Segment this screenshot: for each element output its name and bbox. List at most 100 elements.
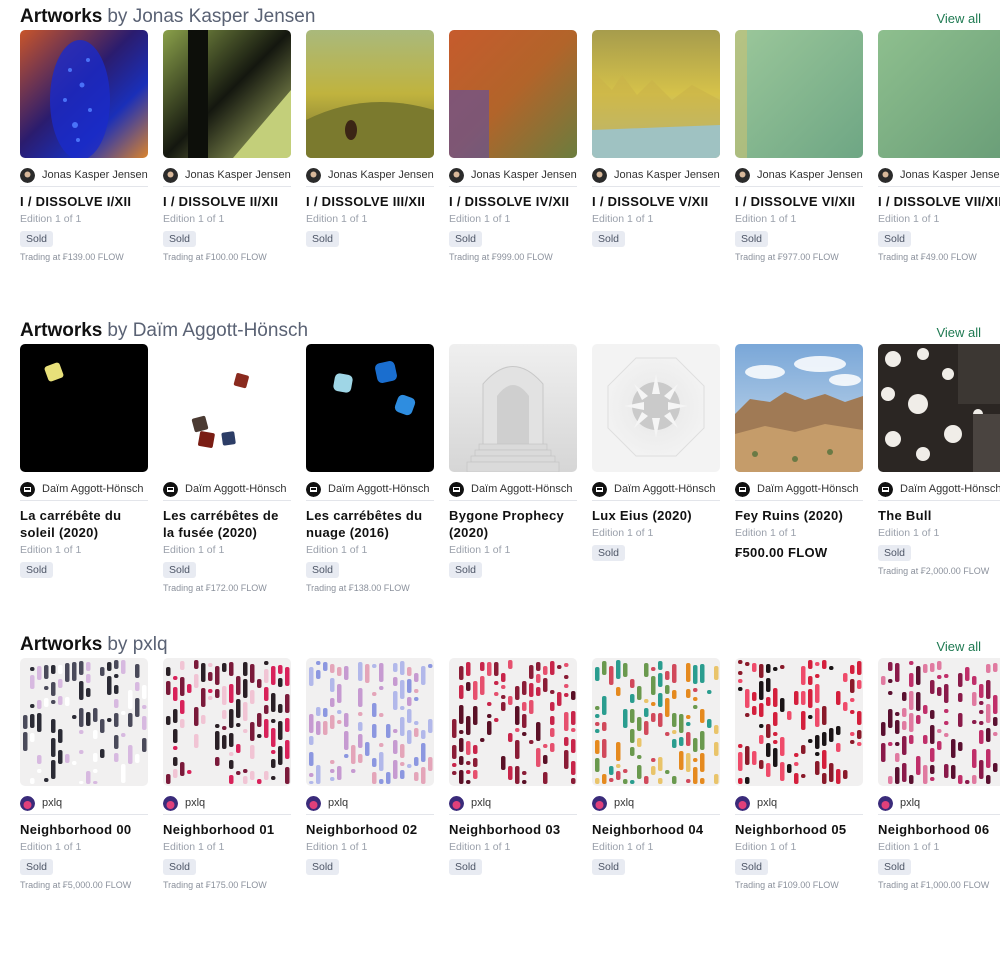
creator-row[interactable]: Daïm Aggott-Hönsch (449, 478, 577, 501)
artwork-title: Lux Eius (2020) (592, 508, 692, 523)
artwork-title: Neighborhood 01 (163, 822, 275, 837)
sold-badge: Sold (163, 859, 197, 875)
creator-row[interactable]: Jonas Kasper Jensen (449, 164, 577, 187)
artwork-card[interactable]: pxlq Neighborhood 02 Edition 1 of 1 Sold (306, 658, 434, 875)
creator-row[interactable]: Jonas Kasper Jensen (163, 164, 291, 187)
artwork-image[interactable] (163, 344, 291, 472)
view-all-link[interactable]: View all (936, 11, 981, 26)
creator-name: pxlq (757, 797, 778, 809)
artwork-card[interactable]: Jonas Kasper Jensen I / DISSOLVE IV/XII … (449, 30, 577, 262)
artwork-card[interactable]: pxlq Neighborhood 06 Edition 1 of 1 Sold… (878, 658, 1000, 890)
creator-name: Jonas Kasper Jensen (900, 169, 1000, 181)
creator-name: pxlq (42, 797, 63, 809)
artwork-image[interactable] (735, 344, 863, 472)
creator-row[interactable]: pxlq (449, 792, 577, 815)
artwork-title: Neighborhood 05 (735, 822, 847, 837)
artwork-image[interactable] (306, 344, 434, 472)
artwork-image[interactable] (449, 658, 577, 786)
artwork-card[interactable]: Daïm Aggott-Hönsch Les carrébêtes du nua… (306, 344, 434, 593)
artwork-image[interactable] (163, 30, 291, 158)
creator-row[interactable]: pxlq (592, 792, 720, 815)
creator-row[interactable]: pxlq (306, 792, 434, 815)
artwork-title: I / DISSOLVE III/XII (306, 194, 426, 209)
trading-price: Trading at ₣1,000.00 FLOW (878, 880, 990, 890)
creator-name: Daïm Aggott-Hönsch (185, 483, 287, 495)
creator-name: Daïm Aggott-Hönsch (900, 483, 1000, 495)
view-all-link[interactable]: View all (936, 325, 981, 340)
creator-name: Jonas Kasper Jensen (757, 169, 863, 181)
artwork-image[interactable] (449, 344, 577, 472)
artwork-title: Les carrébêtes du nuage (2016) (306, 508, 423, 540)
creator-row[interactable]: Jonas Kasper Jensen (878, 164, 1000, 187)
section-artist: by Daïm Aggott-Hönsch (107, 320, 309, 341)
artwork-image[interactable] (20, 658, 148, 786)
artwork-image[interactable] (449, 30, 577, 158)
artwork-card[interactable]: pxlq Neighborhood 01 Edition 1 of 1 Sold… (163, 658, 291, 890)
artwork-card[interactable]: Daïm Aggott-Hönsch Lux Eius (2020) Editi… (592, 344, 720, 561)
artwork-image[interactable] (878, 658, 1000, 786)
artwork-title: I / DISSOLVE VI/XII (735, 194, 856, 209)
creator-row[interactable]: Jonas Kasper Jensen (306, 164, 434, 187)
artwork-card[interactable]: Daïm Aggott-Hönsch Bygone Prophecy (2020… (449, 344, 577, 578)
artwork-image[interactable] (20, 30, 148, 158)
artwork-card[interactable]: Daïm Aggott-Hönsch La carrébête du solei… (20, 344, 148, 578)
creator-row[interactable]: pxlq (163, 792, 291, 815)
creator-row[interactable]: Jonas Kasper Jensen (735, 164, 863, 187)
creator-avatar (163, 795, 178, 811)
list-price: ₣500.00 FLOW (735, 545, 828, 560)
creator-avatar (592, 795, 607, 811)
artwork-card[interactable]: pxlq Neighborhood 03 Edition 1 of 1 Sold (449, 658, 577, 875)
edition-info: Edition 1 of 1 (592, 841, 654, 853)
artwork-card[interactable]: Daïm Aggott-Hönsch Les carrébêtes de la … (163, 344, 291, 593)
artwork-image[interactable] (592, 30, 720, 158)
artwork-image[interactable] (878, 344, 1000, 472)
creator-row[interactable]: Jonas Kasper Jensen (592, 164, 720, 187)
sold-badge: Sold (20, 859, 54, 875)
artwork-card[interactable]: pxlq Neighborhood 00 Edition 1 of 1 Sold… (20, 658, 148, 890)
edition-info: Edition 1 of 1 (20, 544, 82, 556)
creator-row[interactable]: Jonas Kasper Jensen (20, 164, 148, 187)
section-artist: by Jonas Kasper Jensen (107, 6, 316, 27)
creator-row[interactable]: pxlq (20, 792, 148, 815)
creator-row[interactable]: Daïm Aggott-Hönsch (878, 478, 1000, 501)
artwork-card[interactable]: Jonas Kasper Jensen I / DISSOLVE V/XII E… (592, 30, 720, 247)
creator-row[interactable]: pxlq (878, 792, 1000, 815)
creator-row[interactable]: pxlq (735, 792, 863, 815)
creator-row[interactable]: Daïm Aggott-Hönsch (163, 478, 291, 501)
creator-row[interactable]: Daïm Aggott-Hönsch (735, 478, 863, 501)
artwork-image[interactable] (592, 344, 720, 472)
artwork-card[interactable]: Daïm Aggott-Hönsch The Bull Edition 1 of… (878, 344, 1000, 576)
edition-info: Edition 1 of 1 (20, 213, 82, 225)
trading-price: Trading at ₣100.00 FLOW (163, 252, 267, 262)
sold-badge: Sold (449, 231, 483, 247)
artwork-image[interactable] (878, 30, 1000, 158)
artwork-card[interactable]: Jonas Kasper Jensen I / DISSOLVE II/XII … (163, 30, 291, 262)
sold-badge: Sold (735, 231, 769, 247)
artwork-image[interactable] (592, 658, 720, 786)
artwork-image[interactable] (735, 30, 863, 158)
artwork-card[interactable]: Jonas Kasper Jensen I / DISSOLVE III/XII… (306, 30, 434, 247)
creator-avatar (20, 167, 35, 183)
artwork-row: pxlq Neighborhood 00 Edition 1 of 1 Sold… (20, 658, 1000, 958)
artwork-image[interactable] (163, 658, 291, 786)
creator-name: Jonas Kasper Jensen (42, 169, 148, 181)
creator-name: Jonas Kasper Jensen (328, 169, 434, 181)
creator-avatar (449, 167, 464, 183)
artwork-title: Fey Ruins (2020) (735, 508, 844, 523)
artwork-image[interactable] (306, 658, 434, 786)
view-all-link[interactable]: View all (936, 639, 981, 654)
artwork-card[interactable]: Jonas Kasper Jensen I / DISSOLVE VII/XII… (878, 30, 1000, 262)
artwork-card[interactable]: pxlq Neighborhood 05 Edition 1 of 1 Sold… (735, 658, 863, 890)
creator-row[interactable]: Daïm Aggott-Hönsch (20, 478, 148, 501)
artwork-card[interactable]: pxlq Neighborhood 04 Edition 1 of 1 Sold (592, 658, 720, 875)
creator-row[interactable]: Daïm Aggott-Hönsch (306, 478, 434, 501)
artwork-title: Neighborhood 03 (449, 822, 561, 837)
creator-row[interactable]: Daïm Aggott-Hönsch (592, 478, 720, 501)
artwork-card[interactable]: Jonas Kasper Jensen I / DISSOLVE I/XII E… (20, 30, 148, 262)
artwork-image[interactable] (735, 658, 863, 786)
creator-avatar (306, 167, 321, 183)
artwork-card[interactable]: Jonas Kasper Jensen I / DISSOLVE VI/XII … (735, 30, 863, 262)
artwork-image[interactable] (306, 30, 434, 158)
artwork-image[interactable] (20, 344, 148, 472)
artwork-card[interactable]: Daïm Aggott-Hönsch Fey Ruins (2020) Edit… (735, 344, 863, 560)
